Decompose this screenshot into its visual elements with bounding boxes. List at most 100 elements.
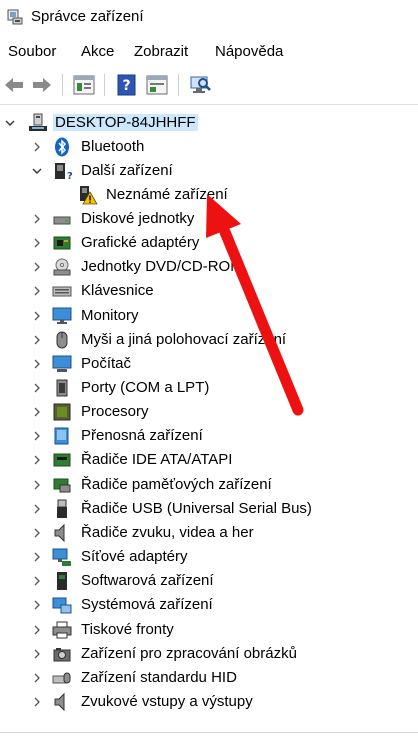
chevron-right-icon[interactable] [31, 211, 43, 227]
software-device-icon [57, 572, 67, 590]
tree-item-label: Systémová zařízení [81, 596, 213, 613]
tree-item-label: Zařízení pro zpracování obrázků [81, 645, 297, 662]
tree-item-mice[interactable]: Myši a jiná polohovací zařízení [0, 328, 418, 352]
tree-item-label: Monitory [81, 307, 139, 324]
processor-icon [53, 403, 71, 421]
tree-item-monitors[interactable]: Monitory [0, 304, 418, 328]
chevron-right-icon[interactable] [31, 332, 43, 348]
tree-item-storage-controllers[interactable]: Řadiče paměťových zařízení [0, 473, 418, 497]
toolbar-separator [62, 74, 63, 96]
chevron-right-icon[interactable] [31, 501, 43, 517]
chevron-right-icon[interactable] [31, 356, 43, 372]
tree-item-disk-drives[interactable]: Diskové jednotky [0, 207, 418, 231]
menu-bar: Soubor Akce Zobrazit Nápověda [0, 40, 418, 66]
tree-item-system-devices[interactable]: Systémová zařízení [0, 593, 418, 617]
chevron-right-icon[interactable] [31, 283, 43, 299]
tree-item-label: Zvukové vstupy a výstupy [81, 693, 253, 710]
bluetooth-icon [55, 137, 69, 157]
tree-item-dvd-drives[interactable]: Jednotky DVD/CD-ROM [0, 255, 418, 279]
chevron-right-icon[interactable] [31, 477, 43, 493]
tree-item-label: Řadiče paměťových zařízení [81, 476, 272, 493]
menu-akce[interactable]: Akce [81, 43, 114, 60]
chevron-right-icon[interactable] [31, 525, 43, 541]
tree-item-ide-controllers[interactable]: Řadiče IDE ATA/ATAPI [0, 448, 418, 472]
tree-item-bluetooth[interactable]: Bluetooth [0, 135, 418, 159]
unknown-device-warning-icon [80, 186, 98, 205]
tree-item-software-devices[interactable]: Softwarová zařízení [0, 569, 418, 593]
tree-item-keyboards[interactable]: Klávesnice [0, 279, 418, 303]
svg-text:?: ? [122, 78, 130, 94]
tree-item-sound-controllers[interactable]: Řadiče zvuku, videa a her [0, 521, 418, 545]
scan-hardware-icon[interactable] [188, 73, 212, 97]
storage-controller-icon [53, 478, 71, 493]
network-adapter-icon [52, 548, 71, 566]
chevron-right-icon[interactable] [31, 646, 43, 662]
mouse-icon [56, 331, 68, 349]
chevron-right-icon[interactable] [31, 694, 43, 710]
tree-item-label: Porty (COM a LPT) [81, 379, 210, 396]
other-devices-icon: ? [55, 163, 72, 181]
menu-soubor[interactable]: Soubor [8, 43, 56, 60]
back-icon[interactable] [2, 73, 26, 97]
tree-item-label: Neznámé zařízení [106, 186, 228, 203]
tree-item-computer[interactable]: Počítač [0, 352, 418, 376]
imaging-device-icon [53, 648, 71, 662]
system-device-icon [52, 597, 72, 614]
tree-item-display-adapters[interactable]: Grafické adaptéry [0, 231, 418, 255]
tree-item-label: Klávesnice [81, 282, 154, 299]
tree-item-label: Procesory [81, 403, 149, 420]
ide-controller-icon [53, 453, 71, 467]
chevron-right-icon[interactable] [31, 597, 43, 613]
chevron-down-icon[interactable] [31, 163, 43, 179]
chevron-right-icon[interactable] [31, 573, 43, 589]
computer-icon [52, 355, 72, 372]
chevron-down-icon[interactable] [4, 115, 16, 131]
tree-item-processors[interactable]: Procesory [0, 400, 418, 424]
window-title: Správce zařízení [31, 8, 144, 25]
menu-zobrazit[interactable]: Zobrazit [134, 43, 188, 60]
tree-item-label: Zařízení standardu HID [81, 669, 237, 686]
chevron-right-icon[interactable] [31, 622, 43, 638]
tree-item-hid[interactable]: Zařízení standardu HID [0, 666, 418, 690]
display-adapter-icon [53, 236, 71, 250]
tree-root[interactable]: DESKTOP-84JHHFF [0, 111, 418, 135]
chevron-right-icon[interactable] [31, 235, 43, 251]
tree-item-label: Softwarová zařízení [81, 572, 214, 589]
svg-text:?: ? [67, 171, 72, 181]
tree-item-label: Řadiče zvuku, videa a her [81, 524, 254, 541]
tree-item-label: Počítač [81, 355, 132, 372]
tree-item-label: Další zařízení [81, 162, 173, 179]
chevron-right-icon[interactable] [31, 139, 43, 155]
tree-item-audio-io[interactable]: Zvukové vstupy a výstupy [0, 690, 418, 714]
chevron-right-icon[interactable] [31, 380, 43, 396]
chevron-right-icon[interactable] [31, 452, 43, 468]
chevron-right-icon[interactable] [31, 428, 43, 444]
menu-napoveda[interactable]: Nápověda [215, 43, 283, 60]
tree-item-print-queues[interactable]: Tiskové fronty [0, 618, 418, 642]
chevron-right-icon[interactable] [31, 404, 43, 420]
usb-icon [57, 499, 67, 518]
tree-item-label: Grafické adaptéry [81, 234, 200, 251]
chevron-right-icon[interactable] [31, 670, 43, 686]
sound-icon [54, 523, 65, 543]
port-icon [56, 379, 68, 397]
chevron-right-icon[interactable] [31, 308, 43, 324]
tree-item-portable-devices[interactable]: Přenosná zařízení [0, 424, 418, 448]
audio-io-icon [54, 692, 65, 712]
chevron-right-icon[interactable] [31, 549, 43, 565]
forward-icon[interactable] [30, 73, 54, 97]
tree-item-network-adapters[interactable]: Síťové adaptéry [0, 545, 418, 569]
tree-item-imaging-devices[interactable]: Zařízení pro zpracování obrázků [0, 642, 418, 666]
hid-icon [52, 672, 71, 684]
tree-root-label: DESKTOP-84JHHFF [53, 114, 198, 131]
keyboard-icon [52, 286, 72, 297]
tree-item-ports[interactable]: Porty (COM a LPT) [0, 376, 418, 400]
tree-item-other-devices[interactable]: ? Další zařízení [0, 159, 418, 183]
tree-item-usb-controllers[interactable]: Řadiče USB (Universal Serial Bus) [0, 497, 418, 521]
properties-icon[interactable] [72, 73, 96, 97]
tree-item-unknown-device[interactable]: Neznámé zařízení [0, 183, 418, 207]
dvd-drive-icon [53, 258, 71, 276]
update-driver-icon[interactable] [145, 73, 169, 97]
chevron-right-icon[interactable] [31, 259, 43, 275]
help-icon[interactable]: ? [115, 73, 139, 97]
